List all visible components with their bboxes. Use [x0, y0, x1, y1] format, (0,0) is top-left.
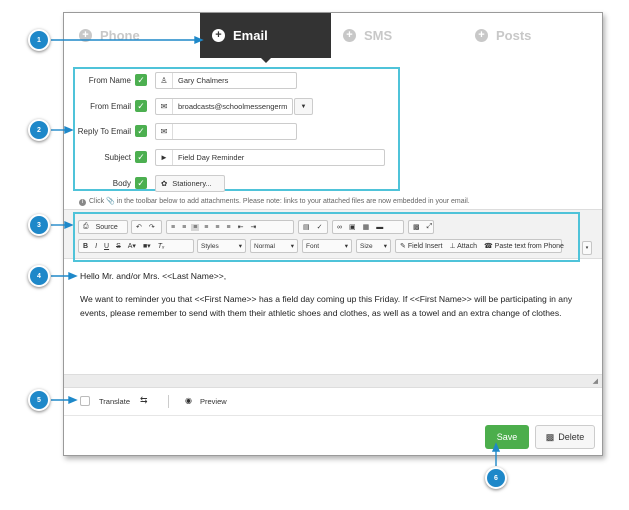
trash-icon: ▩ [545, 431, 555, 442]
editor-greeting: Hello Mr. and/or Mrs. <<Last Name>>, [80, 271, 227, 281]
attachment-note-text: Click 📎 in the toolbar below to add atta… [89, 198, 470, 205]
stationery-button[interactable]: ✿ Stationery... [155, 175, 225, 192]
delete-label: Delete [558, 432, 585, 442]
leaf-icon: ✿ [161, 179, 168, 188]
plus-circle-icon: + [212, 29, 225, 42]
from-name-field[interactable]: ♙ Gary Chalmers [155, 72, 297, 89]
subject-value: Field Day Reminder [178, 153, 245, 162]
channel-tabs: + Phone + Email + SMS + Posts [64, 13, 602, 58]
from-name-value: Gary Chalmers [178, 76, 229, 85]
callout-5: 5 [28, 389, 50, 411]
translate-row: Translate ⇆ ◉ Preview [64, 388, 602, 416]
active-tab-pointer [259, 56, 273, 63]
user-icon: ♙ [156, 73, 173, 88]
preview-button[interactable]: Preview [200, 397, 227, 406]
translate-checkbox[interactable] [80, 396, 90, 406]
tab-email[interactable]: + Email [200, 13, 331, 58]
callout-3: 3 [28, 214, 50, 236]
callout-6: 6 [485, 467, 507, 489]
tab-label: SMS [364, 28, 393, 43]
tab-sms[interactable]: + SMS [343, 13, 392, 58]
megaphone-icon: ► [156, 150, 173, 165]
tab-phone[interactable]: + Phone [79, 13, 140, 58]
callout-4: 4 [28, 265, 50, 287]
stationery-label: Stationery... [172, 179, 212, 188]
email-composer: + Phone + Email + SMS + Posts From Name … [63, 12, 603, 456]
plus-circle-icon: + [475, 29, 488, 42]
translate-settings-icon[interactable]: ⇆ [140, 395, 148, 406]
reply-to-checkbox[interactable]: ✓ [135, 125, 147, 137]
collapse-toolbar-button[interactable]: ▾ [582, 241, 592, 255]
from-name-checkbox[interactable]: ✓ [135, 74, 147, 86]
info-icon: i [79, 199, 86, 206]
tab-label: Phone [100, 28, 140, 43]
from-name-label: From Name [88, 76, 131, 85]
from-email-dropdown-button[interactable]: ▼ [294, 98, 313, 115]
plus-circle-icon: + [79, 29, 92, 42]
message-editor[interactable]: Hello Mr. and/or Mrs. <<Last Name>>, We … [64, 259, 602, 374]
envelope-icon: ✉ [156, 124, 173, 139]
from-email-field[interactable]: ✉ broadcasts@schoolmessengerm [155, 98, 293, 115]
attachment-note: i Click 📎 in the toolbar below to add att… [79, 197, 470, 206]
delete-button[interactable]: ▩ Delete [535, 425, 595, 449]
editor-body: We want to reminder you that <<First Nam… [80, 294, 573, 318]
subject-field[interactable]: ► Field Day Reminder [155, 149, 385, 166]
subject-label: Subject [104, 153, 131, 162]
reply-to-field[interactable]: ✉ [155, 123, 297, 140]
save-button[interactable]: Save [485, 425, 529, 449]
eye-icon: ◉ [185, 396, 192, 405]
subject-checkbox[interactable]: ✓ [135, 151, 147, 163]
body-label: Body [112, 179, 131, 188]
from-email-value: broadcasts@schoolmessengerm [178, 102, 288, 111]
from-email-checkbox[interactable]: ✓ [135, 100, 147, 112]
callout-1: 1 [28, 29, 50, 51]
tab-label: Posts [496, 28, 532, 43]
collapse-icon: ▾ [585, 245, 589, 251]
translate-label: Translate [99, 397, 130, 406]
resize-handle-icon[interactable]: ◢ [593, 377, 598, 385]
toolbar-highlight [73, 212, 580, 262]
tab-label: Email [233, 28, 268, 43]
editor-resize-bar: ◢ [64, 374, 602, 388]
tab-posts[interactable]: + Posts [475, 13, 531, 58]
envelope-icon: ✉ [156, 99, 173, 114]
body-checkbox[interactable]: ✓ [135, 177, 147, 189]
editor-toolbar: ⎙ Source ↶ ↷ ≡ ≡ ≡ ≡ ≡ ≡ ⇤ ⇥ ▤ ✓ ∞ ▣ ▦ ▬… [64, 209, 602, 262]
callout-2: 2 [28, 119, 50, 141]
from-email-label: From Email [90, 102, 131, 111]
reply-to-label: Reply To Email [77, 127, 131, 136]
plus-circle-icon: + [343, 29, 356, 42]
divider [168, 395, 169, 408]
